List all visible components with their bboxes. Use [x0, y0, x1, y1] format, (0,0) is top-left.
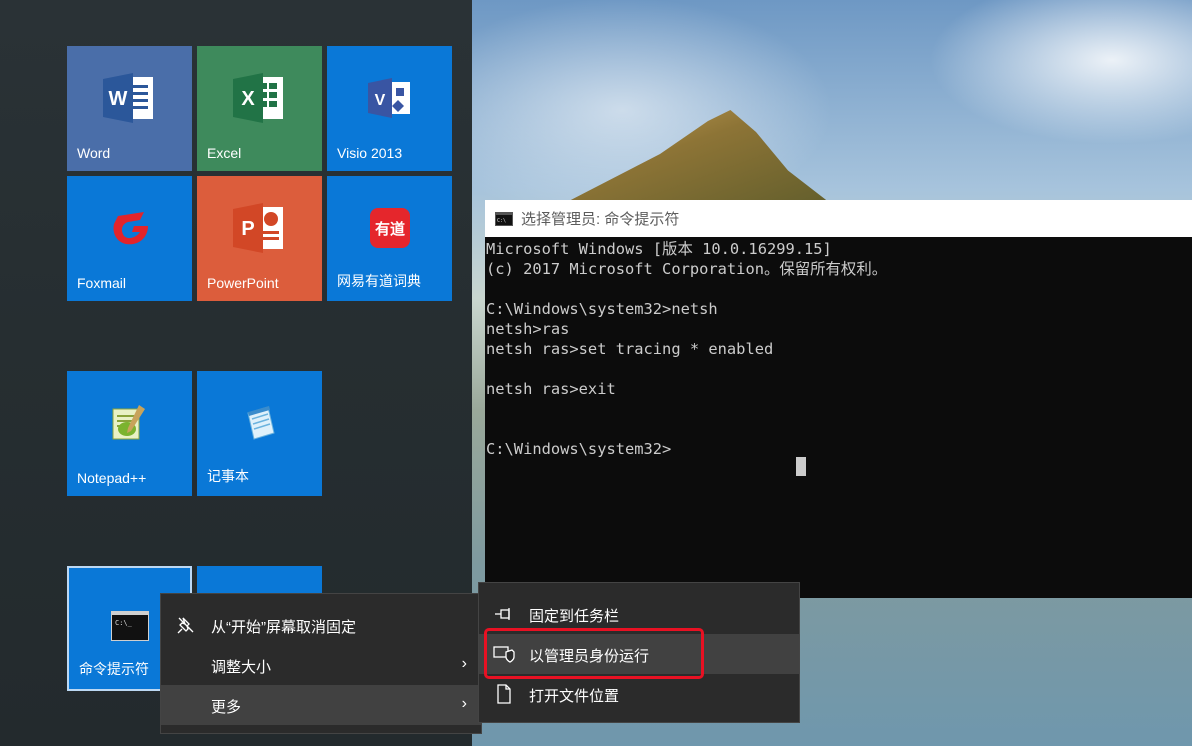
svg-text:C:\_: C:\_ [115, 619, 133, 627]
tile-label: 网易有道词典 [337, 273, 421, 289]
tile-label: Word [77, 145, 111, 161]
notepad-icon [246, 406, 275, 440]
chevron-right-icon: › [461, 655, 467, 672]
menu-item-unpin[interactable]: 从“开始”屏幕取消固定 [161, 605, 481, 645]
tile-label: 记事本 [207, 468, 249, 484]
tile-partial[interactable] [197, 566, 322, 596]
tile-label: PowerPoint [207, 275, 279, 291]
tile-context-menu: 从“开始”屏幕取消固定 调整大小 › 更多 › [160, 593, 482, 734]
svg-text:C:\: C:\ [497, 218, 506, 224]
tile-notepad[interactable]: 记事本 [197, 371, 322, 496]
notepadpp-icon [112, 405, 145, 440]
cmd-icon: C:\_ [110, 611, 149, 641]
tile-visio[interactable]: V Visio 2013 [327, 46, 452, 171]
word-icon: W [102, 73, 153, 123]
cmd-title: 选择管理员: 命令提示符 [521, 211, 680, 228]
visio-icon: V [367, 78, 410, 118]
menu-item-label: 从“开始”屏幕取消固定 [211, 619, 356, 636]
menu-item-label: 调整大小 [211, 659, 272, 676]
file-icon [493, 684, 515, 704]
tile-foxmail[interactable]: Foxmail [67, 176, 192, 301]
menu-item-open-location[interactable]: 打开文件位置 [479, 674, 799, 714]
menu-item-resize[interactable]: 调整大小 › [161, 645, 481, 685]
foxmail-icon [113, 212, 148, 245]
menu-item-label: 更多 [211, 699, 242, 716]
cmd-window-icon: C:\ [495, 211, 513, 226]
cmd-cursor [796, 457, 806, 476]
tile-word[interactable]: W Word [67, 46, 192, 171]
svg-text:X: X [241, 88, 255, 110]
cmd-output[interactable]: Microsoft Windows [版本 10.0.16299.15] (c)… [485, 237, 1192, 459]
excel-icon: X [232, 73, 283, 123]
menu-item-label: 固定到任务栏 [529, 608, 620, 625]
tile-excel[interactable]: X Excel [197, 46, 322, 171]
tile-label: Notepad++ [77, 470, 147, 486]
tile-label: Visio 2013 [337, 145, 403, 161]
svg-text:有道: 有道 [374, 220, 404, 238]
youdao-icon: 有道 [369, 208, 410, 248]
unpin-icon [175, 616, 197, 634]
tile-notepadpp[interactable]: Notepad++ [67, 371, 192, 496]
svg-text:P: P [241, 218, 254, 240]
tile-label: Excel [207, 145, 242, 161]
menu-item-label: 打开文件位置 [529, 688, 620, 705]
tile-label: Foxmail [77, 275, 127, 291]
cmd-title-bar[interactable]: C:\ 选择管理员: 命令提示符 [485, 200, 1192, 237]
chevron-right-icon: › [461, 695, 467, 712]
pin-taskbar-icon [493, 605, 515, 623]
powerpoint-icon: P [232, 203, 283, 253]
cmd-window[interactable]: C:\ 选择管理员: 命令提示符 Microsoft Windows [版本 1… [485, 200, 1192, 598]
svg-text:V: V [374, 92, 385, 109]
tile-youdao[interactable]: 有道 网易有道词典 [327, 176, 452, 301]
highlight-annotation-box [484, 628, 704, 679]
menu-item-more[interactable]: 更多 › [161, 685, 481, 725]
tile-powerpoint[interactable]: P PowerPoint [197, 176, 322, 301]
tile-label: 命令提示符 [79, 661, 149, 677]
svg-text:W: W [108, 88, 127, 110]
